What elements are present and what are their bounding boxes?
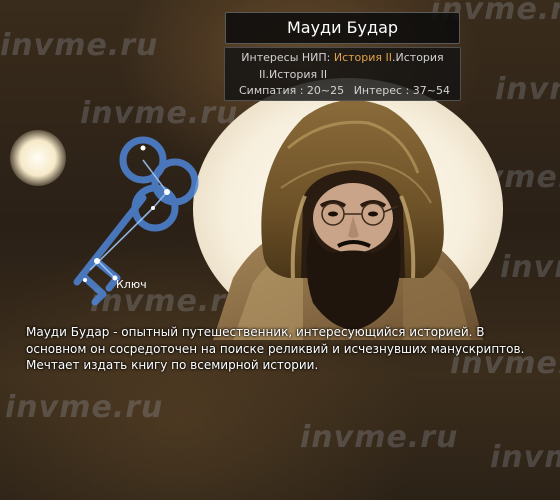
interests-label: Интересы НИП: xyxy=(241,51,331,64)
watermark: invme.ru xyxy=(500,250,560,285)
description-line: Мауди Будар - опытный путешественник, ин… xyxy=(26,325,485,339)
watermark: invme.ru xyxy=(300,420,459,455)
watermark: invme.ru xyxy=(5,390,164,425)
npc-name: Мауди Будар xyxy=(225,12,460,44)
watermark: invme.ru xyxy=(495,72,560,107)
npc-portrait xyxy=(213,100,483,340)
npc-knowledge-screen: invme.ru invme.ru invme.ru invme.ru invm… xyxy=(0,0,560,500)
description-line: Мечтает издать книгу по всемирной истори… xyxy=(26,358,319,372)
description-line: основном он сосредоточен на поиске релик… xyxy=(26,341,525,356)
key-label: Ключ xyxy=(116,278,147,291)
interests-line: Интересы НИП: История II.История xyxy=(225,51,460,64)
npc-description: Мауди Будар - опытный путешественник, ин… xyxy=(26,324,526,374)
sympathy-value: Симпатия : 20~25 xyxy=(239,84,345,97)
watermark: invme.ru xyxy=(0,28,159,63)
interest-value: Интерес : 37~54 xyxy=(353,84,450,97)
interests-rest: .История xyxy=(392,51,444,64)
interests-line-2: II.История II xyxy=(259,68,328,81)
interests-highlight: История II xyxy=(333,51,393,64)
npc-info-panel: Интересы НИП: История II.История II.Исто… xyxy=(224,47,461,101)
watermark: invme.ru xyxy=(490,440,560,475)
